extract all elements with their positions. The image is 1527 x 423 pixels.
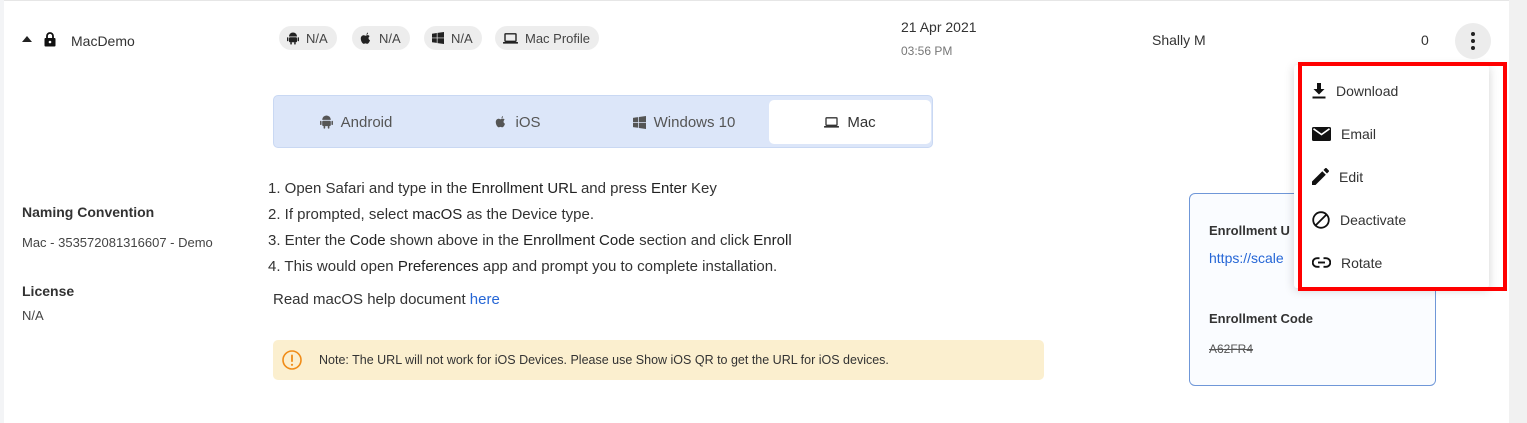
menu-item-email[interactable]: Email <box>1294 112 1489 155</box>
menu-item-download[interactable]: Download <box>1294 69 1489 112</box>
apple-icon <box>360 32 370 44</box>
android-icon <box>287 32 299 45</box>
page-scroll-track[interactable] <box>1509 0 1527 423</box>
windows-icon <box>432 32 444 44</box>
tab-ios[interactable]: iOS <box>438 100 598 144</box>
info-warning-icon <box>282 350 302 370</box>
device-count: 0 <box>1421 32 1429 48</box>
enrollment-steps: 1. Open Safari and type in the Enrollmen… <box>268 176 792 280</box>
owner-name: Shally M <box>1152 32 1206 48</box>
step-2: 2. If prompted, select macOS as the Devi… <box>268 206 594 223</box>
tab-ios-label: iOS <box>515 113 541 131</box>
android-icon <box>319 115 333 129</box>
deactivate-icon <box>1312 210 1330 229</box>
tab-mac[interactable]: Mac <box>769 100 931 144</box>
laptop-icon <box>503 32 518 44</box>
more-options-button[interactable] <box>1455 23 1491 59</box>
license-value: N/A <box>22 308 44 323</box>
tab-windows-10[interactable]: Windows 10 <box>604 100 764 144</box>
enrollment-url-link[interactable]: https://scale <box>1209 250 1284 266</box>
windows-chip-label: N/A <box>451 30 473 46</box>
help-document-label: Read macOS help document <box>273 291 470 308</box>
menu-item-edit-label: Edit <box>1339 168 1364 185</box>
enrollment-profile-panel: MacDemo N/A N/A N/A Mac Profile 21 Apr 2… <box>4 0 1509 423</box>
step-1: 1. Open Safari and type in the Enrollmen… <box>268 180 717 197</box>
menu-item-edit[interactable]: Edit <box>1294 155 1489 198</box>
menu-item-rotate[interactable]: Rotate <box>1294 241 1489 284</box>
row-actions-menu: Download Email Edit Deactivate Rotate <box>1294 65 1489 288</box>
naming-convention-value: Mac - 353572081316607 - Demo <box>22 235 213 250</box>
lock-icon <box>44 32 56 47</box>
apple-icon <box>496 116 506 128</box>
profile-row[interactable]: MacDemo N/A N/A N/A Mac Profile 21 Apr 2… <box>4 1 1509 81</box>
menu-item-rotate-label: Rotate <box>1341 254 1383 271</box>
ios-chip-label: N/A <box>379 30 401 46</box>
mac-profile-chip-label: Mac Profile <box>525 30 591 46</box>
note-text: Note: The URL will not work for iOS Devi… <box>319 353 889 367</box>
kebab-dot-icon <box>1471 46 1475 50</box>
menu-item-email-label: Email <box>1341 125 1377 142</box>
enrollment-code-value: A62FR4 <box>1209 342 1254 356</box>
naming-convention-label: Naming Convention <box>22 204 155 220</box>
laptop-icon <box>824 116 840 128</box>
menu-item-deactivate-label: Deactivate <box>1340 211 1407 228</box>
collapse-caret-icon[interactable] <box>22 36 32 42</box>
enrollment-url-label: Enrollment U <box>1209 223 1290 238</box>
tab-android-label: Android <box>340 113 393 131</box>
rotate-icon <box>1312 257 1331 268</box>
menu-item-deactivate[interactable]: Deactivate <box>1294 198 1489 241</box>
kebab-dot-icon <box>1471 39 1475 43</box>
tab-android[interactable]: Android <box>276 100 436 144</box>
help-document-link[interactable]: here <box>470 291 500 308</box>
help-document-text: Read macOS help document here <box>273 291 500 308</box>
menu-item-download-label: Download <box>1336 82 1399 99</box>
tab-windows-10-label: Windows 10 <box>653 113 736 131</box>
platform-tabs: Android iOS Windows 10 Mac <box>273 95 933 148</box>
email-icon <box>1312 126 1331 141</box>
windows-icon <box>632 115 646 129</box>
mac-profile-chip: Mac Profile <box>495 26 600 50</box>
android-chip: N/A <box>279 26 337 50</box>
download-icon <box>1312 82 1326 98</box>
enrollment-code-label: Enrollment Code <box>1209 311 1314 326</box>
created-date: 21 Apr 2021 <box>901 19 977 35</box>
edit-icon <box>1312 168 1329 185</box>
profile-name[interactable]: MacDemo <box>71 33 135 49</box>
step-3: 3. Enter the Code shown above in the Enr… <box>268 232 792 249</box>
license-label: License <box>22 283 75 299</box>
ios-chip: N/A <box>352 26 410 50</box>
kebab-dot-icon <box>1471 32 1475 36</box>
step-4: 4. This would open Preferences app and p… <box>268 258 778 275</box>
ios-warning-note: Note: The URL will not work for iOS Devi… <box>273 340 1044 380</box>
tab-mac-label: Mac <box>847 113 876 131</box>
created-time: 03:56 PM <box>901 44 953 58</box>
windows-chip: N/A <box>424 26 482 50</box>
android-chip-label: N/A <box>306 30 328 46</box>
